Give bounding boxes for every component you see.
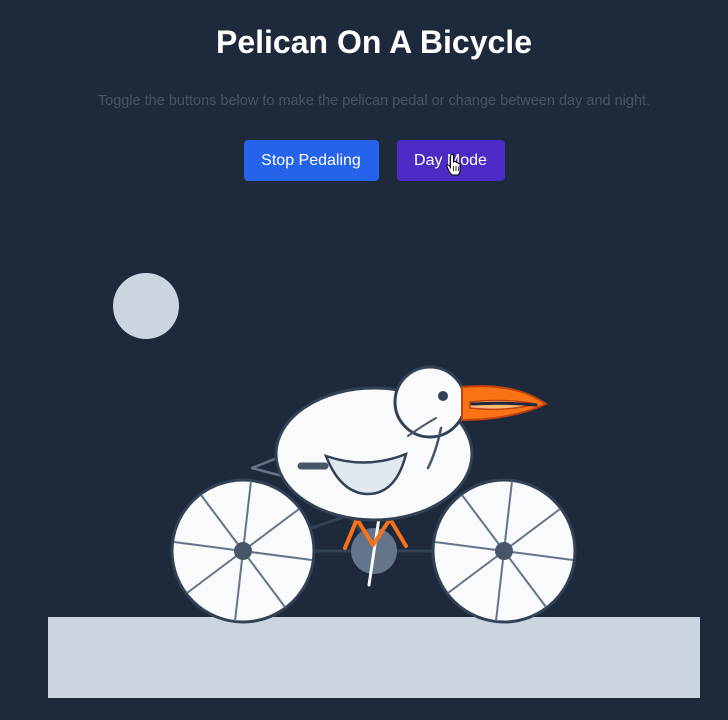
pelican-eye [438,391,448,401]
ground [48,617,700,698]
pelican-head [393,365,467,439]
pelican-scene [48,273,700,698]
front-wheel [431,478,577,624]
rear-wheel [170,478,316,624]
moon [113,273,179,339]
